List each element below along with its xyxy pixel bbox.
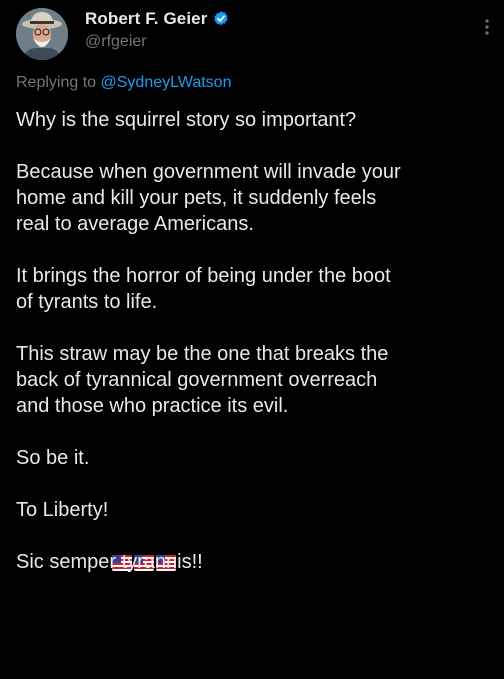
post-paragraph-6: To Liberty! <box>16 497 494 571</box>
post-body: Why is the squirrel story so important? … <box>16 107 494 575</box>
post-paragraph-7: Sic semper tyrannis!! <box>16 551 203 573</box>
more-vertical-icon[interactable] <box>484 18 490 36</box>
us-flag-icon <box>156 500 177 571</box>
us-flags <box>112 500 177 571</box>
reply-mention-link[interactable]: @SydneyLWatson <box>101 74 232 91</box>
post-paragraph-2: Because when government will invade your… <box>16 161 401 235</box>
post-paragraph-1: Why is the squirrel story so important? <box>16 109 357 131</box>
post-paragraph-5: So be it. <box>16 447 90 469</box>
us-flag-icon <box>134 500 155 571</box>
author-handle[interactable]: @rfgeier <box>85 33 147 51</box>
verified-badge-icon <box>212 10 230 28</box>
replying-to-label: Replying to <box>16 74 101 91</box>
post: Robert F. Geier @rfgeier Replying to @Sy… <box>0 0 504 679</box>
avatar[interactable] <box>16 8 68 60</box>
post-paragraph-4: This straw may be the one that breaks th… <box>16 343 389 417</box>
to-liberty-text: To Liberty! <box>16 499 109 521</box>
us-flag-icon <box>112 500 133 571</box>
author-display-name[interactable]: Robert F. Geier <box>85 9 207 29</box>
post-paragraph-3: It brings the horror of being under the … <box>16 265 391 313</box>
author-name-row: Robert F. Geier <box>85 9 230 29</box>
replying-to-line: Replying to @SydneyLWatson <box>16 74 231 92</box>
